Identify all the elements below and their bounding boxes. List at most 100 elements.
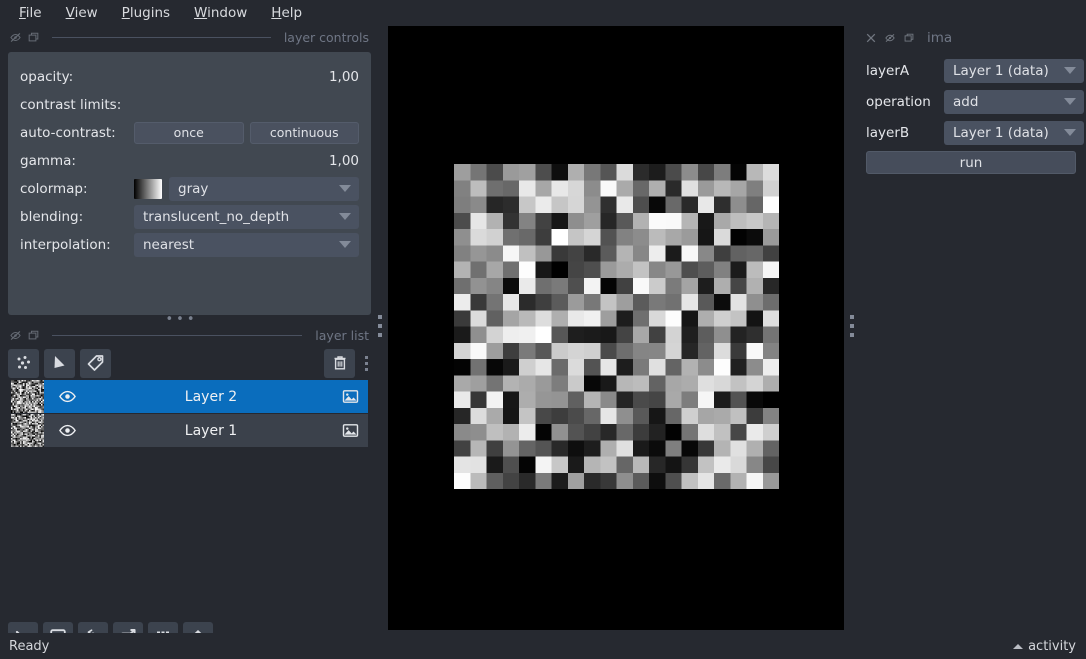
viewer-canvas[interactable] [388,26,844,630]
chevron-up-icon [1013,644,1023,649]
points-icon [14,353,34,373]
layer-thumbnail [11,414,44,447]
interpolation-combobox[interactable]: nearest [134,233,359,257]
activity-button[interactable]: activity [1013,639,1076,654]
image-icon [342,388,359,405]
colormap-row: colormap: gray [20,176,359,201]
float-icon[interactable] [904,33,914,43]
chevron-down-icon [1064,67,1076,74]
operation-combobox[interactable]: add [944,90,1084,114]
gamma-slider[interactable] [134,151,307,171]
layer-list-menu-button[interactable] [361,356,371,371]
layer-controls-form: opacity: 1,00 contrast limits: auto-cont… [8,52,371,315]
activity-label: activity [1028,639,1076,654]
interpolation-label: interpolation: [20,237,134,253]
gamma-label: gamma: [20,153,134,169]
layerB-value: Layer 1 (data) [953,125,1064,141]
form-row-operation: operation add [866,89,1084,114]
panel-resize-handle[interactable]: ••• [0,316,363,324]
image-icon [342,422,359,439]
image-layer-render[interactable] [454,164,779,489]
chevron-down-icon [339,185,351,192]
layer-rows-container: Layer 2 Layer 1 [0,380,379,447]
menu-item-view[interactable]: View [56,3,108,24]
layer-thumbnail [11,380,44,413]
new-shapes-layer-button[interactable] [44,349,75,378]
hide-icon[interactable] [10,32,21,43]
trash-icon [331,354,349,372]
opacity-row: opacity: 1,00 [20,64,359,89]
layerA-combobox[interactable]: Layer 1 (data) [944,59,1084,83]
layer-list-titlebar: layer list [0,324,379,346]
layerA-value: Layer 1 (data) [953,63,1064,79]
colormap-label: colormap: [20,181,134,197]
layer-name-label: Layer 2 [90,389,332,405]
opacity-slider[interactable] [134,67,307,87]
form-label-layerB: layerB [866,125,944,141]
colormap-value: gray [178,181,339,197]
menu-item-help[interactable]: Help [261,3,312,24]
chevron-down-icon [339,241,351,248]
left-dock-splitter[interactable] [374,300,385,352]
form-label-operation: operation [866,94,944,110]
hide-icon[interactable] [10,330,21,341]
table-row[interactable]: Layer 2 [11,380,368,413]
delete-layer-button[interactable] [324,349,355,378]
layer-list-title: layer list [315,328,369,343]
menu-item-window[interactable]: Window [184,3,257,24]
new-labels-layer-button[interactable] [80,349,111,378]
layer-controls-title: layer controls [284,30,369,45]
chevron-down-icon [1064,98,1076,105]
hide-icon[interactable] [885,33,895,43]
eye-icon [58,421,77,440]
plugin-form: layerA Layer 1 (data) operation add layerB La… [858,58,1086,145]
table-row[interactable]: Layer 1 [11,414,368,447]
colormap-combobox[interactable]: gray [169,177,359,201]
form-row-layerA: layerA Layer 1 (data) [866,58,1084,83]
float-icon[interactable] [28,330,39,341]
opacity-value: 1,00 [315,69,359,85]
layer-visibility-toggle[interactable] [44,387,90,406]
contrast-limits-label: contrast limits: [20,97,134,113]
plugin-dock-title: ima [927,30,952,46]
blending-label: blending: [20,209,134,225]
auto-contrast-once-button[interactable]: once [134,122,244,144]
layer-type-icon-wrap [332,422,368,439]
form-label-layerA: layerA [866,63,944,79]
close-icon[interactable] [866,33,876,43]
layer-visibility-toggle[interactable] [44,421,90,440]
layer-controls-titlebar: layer controls [0,26,379,48]
titlebar-rule [52,335,302,336]
layer-list-toolbar [0,346,379,380]
menu-bar: File View Plugins Window Help [0,0,1086,26]
plugin-dock-panel: ima layerA Layer 1 (data) operation add laye… [858,26,1086,633]
labels-tag-icon [86,353,106,373]
status-bar: Ready activity [0,633,1086,659]
titlebar-rule [52,37,271,38]
layerB-combobox[interactable]: Layer 1 (data) [944,121,1084,145]
contrast-limits-slider[interactable] [134,95,359,115]
right-dock-splitter[interactable] [846,300,857,352]
form-row-layerB: layerB Layer 1 (data) [866,120,1084,145]
plugin-dock-titlebar: ima [858,26,1086,50]
left-dock-panel: layer controls opacity: 1,00 contrast li… [0,26,379,633]
blending-combobox[interactable]: translucent_no_depth [134,205,359,229]
layer-list-panel: layer list Layer 2 Layer 1 [0,324,379,448]
chevron-down-icon [339,213,351,220]
colormap-gradient-swatch [134,179,162,199]
new-points-layer-button[interactable] [8,349,39,378]
operation-value: add [953,94,1064,110]
blending-row: blending: translucent_no_depth [20,204,359,229]
auto-contrast-continuous-button[interactable]: continuous [250,122,360,144]
eye-icon [58,387,77,406]
contrast-limits-row: contrast limits: [20,92,359,117]
run-button[interactable]: run [866,151,1076,174]
float-icon[interactable] [28,32,39,43]
opacity-label: opacity: [20,69,134,85]
menu-item-plugins[interactable]: Plugins [112,3,180,24]
status-text: Ready [9,639,49,654]
interpolation-value: nearest [143,237,339,253]
layer-name-label: Layer 1 [90,423,332,439]
menu-item-file[interactable]: File [9,3,52,24]
interpolation-row: interpolation: nearest [20,232,359,257]
